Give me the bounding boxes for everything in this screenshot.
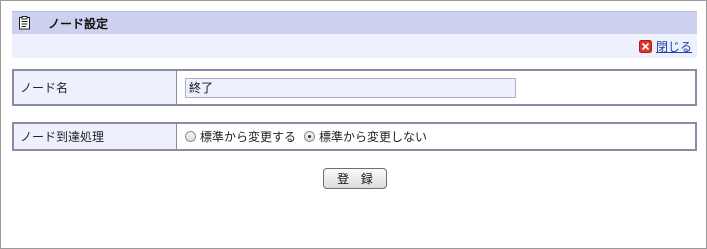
- radio-change-from-standard[interactable]: 標準から変更する: [185, 128, 296, 145]
- radio-label: 標準から変更しない: [319, 130, 428, 144]
- dialog-title: ノード設定: [48, 16, 109, 31]
- arrival-processing-label: ノード到達処理: [14, 124, 177, 149]
- node-name-label: ノード名: [14, 71, 177, 104]
- clipboard-icon: [17, 16, 31, 30]
- close-link-label: 閉じる: [655, 40, 692, 54]
- node-name-row: ノード名: [12, 69, 697, 106]
- close-icon: [638, 40, 652, 53]
- close-link[interactable]: 閉じる: [638, 38, 692, 55]
- node-settings-dialog: ノード設定 閉じる ノード名 ノード到達処理 標準から変更する: [0, 0, 707, 249]
- radio-button[interactable]: [185, 131, 196, 142]
- node-name-input[interactable]: [185, 77, 516, 98]
- node-name-value-cell: [177, 71, 695, 104]
- dialog-header: ノード設定: [12, 11, 697, 34]
- arrival-processing-row: ノード到達処理 標準から変更する 標準から変更しない: [12, 122, 697, 151]
- radio-keep-standard[interactable]: 標準から変更しない: [304, 128, 427, 145]
- dialog-toolbar: 閉じる: [12, 34, 697, 58]
- radio-button-checked[interactable]: [304, 131, 316, 142]
- radio-label: 標準から変更する: [200, 130, 297, 144]
- arrival-processing-options: 標準から変更する 標準から変更しない: [177, 124, 695, 149]
- register-button[interactable]: 登 録: [323, 168, 387, 189]
